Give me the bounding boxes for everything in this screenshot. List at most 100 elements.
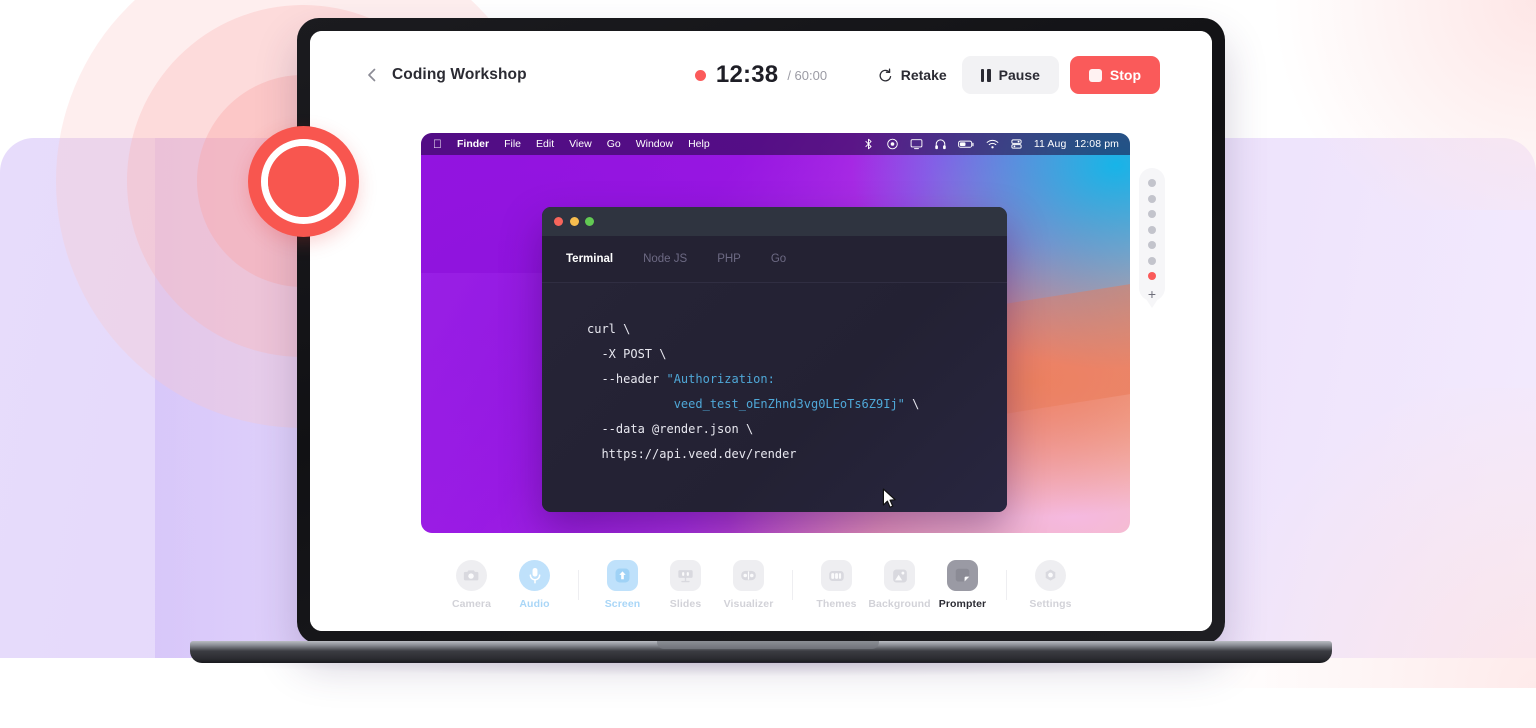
- tool-settings[interactable]: Settings: [1019, 560, 1082, 610]
- record-button-core: [268, 146, 339, 217]
- tab-nodejs[interactable]: Node JS: [643, 253, 687, 265]
- tab-terminal[interactable]: Terminal: [566, 253, 613, 265]
- pause-icon: [980, 68, 991, 82]
- page-title: Coding Workshop: [392, 66, 527, 83]
- timer-total: / 60:00: [787, 67, 828, 83]
- image-icon: [884, 560, 915, 591]
- menu-item-file[interactable]: File: [504, 138, 521, 150]
- wifi-icon[interactable]: [986, 138, 999, 150]
- code-line-3-flag: --header: [587, 372, 667, 386]
- tool-visualizer[interactable]: Visualizer: [717, 560, 780, 610]
- tool-background[interactable]: Background: [868, 560, 931, 610]
- tool-prompter[interactable]: Prompter: [931, 560, 994, 610]
- mouse-pointer-icon: [882, 488, 896, 508]
- macos-menubar:  Finder File Edit View Go Window Help: [421, 133, 1130, 155]
- slide-panel-pointer: [1146, 299, 1158, 308]
- add-slide-button[interactable]: +: [1148, 287, 1156, 301]
- menubar-date: 11 Aug: [1033, 138, 1067, 150]
- slide-dot-6[interactable]: [1148, 256, 1156, 265]
- header-left-group: Coding Workshop: [363, 66, 527, 84]
- pause-button[interactable]: Pause: [961, 56, 1059, 94]
- slide-dot-5[interactable]: [1148, 241, 1156, 249]
- tool-camera[interactable]: Camera: [440, 560, 503, 610]
- menu-item-window[interactable]: Window: [636, 138, 673, 150]
- screen-share-icon: [607, 560, 638, 591]
- slide-dot-3[interactable]: [1148, 210, 1156, 218]
- menubar-status-icons: 11 Aug 12:08 pm: [862, 138, 1119, 150]
- terminal-code-body[interactable]: curl \ -X POST \ --header "Authorization…: [542, 283, 1007, 512]
- stop-label: Stop: [1109, 67, 1141, 83]
- camera-icon: [456, 560, 487, 591]
- slide-dot-4[interactable]: [1148, 225, 1156, 234]
- slide-dot-7-active[interactable]: [1148, 272, 1156, 280]
- header-actions-group: Retake Pause Stop: [874, 31, 1160, 119]
- tool-background-label: Background: [868, 598, 931, 610]
- slide-dot-2[interactable]: [1148, 194, 1156, 203]
- pink-glow-top-right: [1236, 0, 1536, 210]
- tool-slides[interactable]: Slides: [654, 560, 717, 610]
- terminal-window[interactable]: Terminal Node JS PHP Go curl \ -X POST \…: [542, 207, 1007, 512]
- record-dot-icon: [694, 69, 706, 81]
- tool-screen-label: Screen: [604, 598, 641, 610]
- code-line-5: --data @render.json \: [587, 422, 754, 436]
- code-line-4-token: veed_test_oEnZhnd3vg0LEoTs6Z9Ij": [673, 397, 905, 411]
- tool-audio[interactable]: Audio: [503, 560, 566, 610]
- laptop-base-notch: [657, 641, 879, 649]
- laptop-shadow: [210, 662, 1310, 676]
- code-line-4-continuation: \: [904, 397, 920, 411]
- laptop-screen: Coding Workshop 12:38 / 60:00 Retake Pau…: [310, 31, 1212, 631]
- prompter-icon: [947, 560, 978, 591]
- tab-go[interactable]: Go: [771, 253, 786, 265]
- menu-item-view[interactable]: View: [569, 138, 592, 150]
- bluetooth-icon[interactable]: [862, 138, 875, 150]
- battery-icon[interactable]: [958, 138, 975, 150]
- menu-item-help[interactable]: Help: [688, 138, 710, 150]
- terminal-titlebar: [542, 207, 1007, 236]
- menu-item-finder[interactable]: Finder: [457, 138, 489, 150]
- maximize-button[interactable]: [585, 217, 594, 226]
- code-line-3: --header "Authorization:: [587, 367, 1007, 392]
- pause-label: Pause: [998, 67, 1040, 83]
- screen-share-preview[interactable]:  Finder File Edit View Go Window Help: [421, 133, 1130, 533]
- tool-camera-label: Camera: [451, 598, 492, 610]
- minimize-button[interactable]: [569, 217, 579, 226]
- menubar-time: 12:08 pm: [1074, 138, 1119, 150]
- code-line-4: veed_test_oEnZhnd3vg0LEoTs6Z9Ij" \: [587, 392, 1007, 417]
- timer-current: 12:38: [715, 61, 779, 88]
- tool-prompter-label: Prompter: [938, 598, 987, 610]
- close-button[interactable]: [554, 217, 563, 226]
- stop-button[interactable]: Stop: [1069, 56, 1160, 94]
- menu-item-go[interactable]: Go: [607, 138, 621, 150]
- code-line-3-string: "Authorization:: [666, 372, 775, 386]
- microphone-icon: [519, 560, 550, 591]
- tool-settings-label: Settings: [1029, 598, 1072, 610]
- tool-audio-label: Audio: [519, 598, 550, 610]
- screen-record-icon[interactable]: [886, 138, 899, 150]
- slides-icon: [670, 560, 701, 591]
- control-center-icon[interactable]: [1010, 138, 1023, 150]
- tool-themes-label: Themes: [816, 598, 857, 610]
- tool-screen[interactable]: Screen: [591, 560, 654, 610]
- tool-slides-label: Slides: [669, 598, 702, 610]
- slide-navigator-panel[interactable]: +: [1139, 168, 1165, 301]
- menubar-clock[interactable]: 11 Aug 12:08 pm: [1034, 138, 1119, 150]
- menu-item-edit[interactable]: Edit: [536, 138, 554, 150]
- themes-icon: [821, 560, 852, 591]
- display-icon[interactable]: [910, 138, 923, 150]
- apple-logo-icon[interactable]: : [433, 138, 442, 150]
- rotate-ccw-icon: [879, 67, 891, 82]
- record-button-icon[interactable]: [248, 126, 359, 237]
- menubar-menus:  Finder File Edit View Go Window Help: [433, 138, 710, 150]
- headphones-icon[interactable]: [934, 138, 947, 150]
- visualizer-icon: [733, 560, 764, 591]
- bottom-toolbar: Camera Audio Screen Slides Visualizer Th…: [310, 539, 1212, 631]
- retake-label: Retake: [900, 67, 947, 83]
- chevron-left-icon[interactable]: [363, 66, 381, 84]
- retake-button[interactable]: Retake: [874, 61, 951, 89]
- code-line-1: curl \: [587, 322, 631, 336]
- tool-visualizer-label: Visualizer: [723, 598, 774, 610]
- slide-dot-1[interactable]: [1148, 179, 1156, 187]
- tab-php[interactable]: PHP: [717, 253, 741, 265]
- tool-themes[interactable]: Themes: [805, 560, 868, 610]
- toolbar-divider-3: [1006, 570, 1007, 600]
